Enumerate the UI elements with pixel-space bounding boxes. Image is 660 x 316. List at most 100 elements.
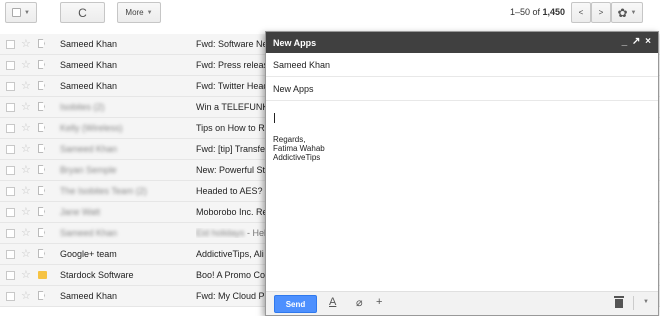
row-subject: Fwd: My Cloud Player (196, 291, 271, 301)
row-checkbox[interactable] (6, 40, 15, 49)
star-icon[interactable]: ☆ (21, 184, 31, 197)
toolbar: ▼ C More ▼ 1–50 of 1,450 < > ✿ ▼ (0, 0, 660, 30)
to-field[interactable]: Sameed Khan (266, 53, 658, 77)
row-sender: Sameed Khan (60, 291, 118, 301)
chevron-down-icon: ▼ (630, 9, 637, 16)
message-body[interactable]: Regards, Fatima Wahab AddictiveTips (266, 101, 658, 261)
star-icon[interactable]: ☆ (21, 37, 31, 50)
subject-value: New Apps (273, 83, 314, 94)
formatting-icon[interactable]: A (329, 296, 336, 308)
attach-icon[interactable]: ⌀ (356, 296, 363, 309)
star-icon[interactable]: ☆ (21, 163, 31, 176)
row-subject: Headed to AES? Com (196, 186, 271, 196)
row-subject: Eid holidays - Hello all (196, 228, 271, 238)
importance-marker-icon[interactable] (38, 186, 45, 195)
trash-icon[interactable] (614, 296, 624, 308)
row-subject: Fwd: [tip] Transfer you (196, 144, 271, 154)
row-checkbox[interactable] (6, 292, 15, 301)
more-button[interactable]: More ▼ (117, 2, 161, 23)
importance-marker-icon[interactable] (38, 102, 45, 111)
compose-header[interactable]: New Apps _ ↗ × (266, 32, 658, 53)
row-sender: Isobites (2) (60, 102, 105, 112)
more-options-icon[interactable]: ▼ (643, 299, 649, 305)
importance-marker-icon[interactable] (38, 60, 45, 69)
row-subject: Tips on How to Rebuild (196, 123, 271, 133)
row-subject: New: Powerful Storage (196, 165, 271, 175)
star-icon[interactable]: ☆ (21, 100, 31, 113)
row-sender: Sameed Khan (60, 39, 118, 49)
importance-marker-icon[interactable] (38, 144, 45, 153)
signature: Regards, Fatima Wahab AddictiveTips (273, 135, 325, 162)
row-checkbox[interactable] (6, 229, 15, 238)
settings-button[interactable]: ✿ ▼ (611, 2, 643, 23)
row-sender: Sameed Khan (60, 144, 118, 154)
importance-marker-icon[interactable] (38, 291, 45, 300)
star-icon[interactable]: ☆ (21, 289, 31, 302)
row-subject: Fwd: Press release: N (196, 60, 271, 70)
compose-title: New Apps (273, 37, 317, 48)
row-sender: Bryan Semple (60, 165, 117, 175)
row-sender: Sameed Khan (60, 60, 118, 70)
importance-marker-icon[interactable] (38, 81, 45, 90)
signature-line: Fatima Wahab (273, 144, 325, 153)
page-info: 1–50 of 1,450 (465, 7, 565, 17)
star-icon[interactable]: ☆ (21, 205, 31, 218)
row-sender: Kelly (Wireless) (60, 123, 123, 133)
signature-line: AddictiveTips (273, 153, 321, 162)
more-label: More (125, 8, 144, 17)
row-checkbox[interactable] (6, 208, 15, 217)
importance-marker-icon[interactable] (38, 228, 45, 237)
chevron-down-icon: ▼ (24, 9, 30, 16)
row-subject: Win a TELEFUNKEN C (196, 102, 271, 112)
row-checkbox[interactable] (6, 271, 15, 280)
divider (633, 296, 634, 310)
gear-icon: ✿ (617, 5, 628, 20)
row-subject: AddictiveTips, Ali Waq (196, 249, 271, 259)
importance-marker-icon[interactable] (38, 165, 45, 174)
row-checkbox[interactable] (6, 166, 15, 175)
row-checkbox[interactable] (6, 103, 15, 112)
compose-window: New Apps _ ↗ × Sameed Khan New Apps Rega… (265, 31, 659, 316)
star-icon[interactable]: ☆ (21, 79, 31, 92)
row-checkbox[interactable] (6, 124, 15, 133)
row-checkbox[interactable] (6, 187, 15, 196)
row-checkbox[interactable] (6, 145, 15, 154)
importance-marker-icon[interactable] (38, 207, 45, 216)
importance-marker-icon[interactable] (38, 39, 45, 48)
star-icon[interactable]: ☆ (21, 268, 31, 281)
star-icon[interactable]: ☆ (21, 142, 31, 155)
row-checkbox[interactable] (6, 82, 15, 91)
compose-footer: Send A ⌀ + ▼ (266, 291, 658, 315)
send-button[interactable]: Send (274, 295, 317, 313)
star-icon[interactable]: ☆ (21, 226, 31, 239)
page-range: 1–50 of (509, 7, 543, 17)
row-subject: Fwd: Software News: (196, 39, 271, 49)
importance-marker-icon[interactable] (38, 123, 45, 132)
to-recipient: Sameed Khan (273, 59, 331, 70)
older-button[interactable]: > (591, 2, 611, 23)
row-sender: Stardock Software (60, 270, 134, 280)
folder-icon[interactable] (38, 270, 47, 279)
row-sender: The Isobites Team (2) (60, 186, 147, 196)
row-subject: Fwd: Twitter Header In (196, 81, 271, 91)
subject-field[interactable]: New Apps (266, 77, 658, 101)
text-cursor (274, 113, 275, 123)
star-icon[interactable]: ☆ (21, 121, 31, 134)
row-checkbox[interactable] (6, 61, 15, 70)
newer-button[interactable]: < (571, 2, 591, 23)
select-checkbox-menu[interactable]: ▼ (5, 2, 37, 23)
row-subject-blurred: Eid holidays (196, 228, 245, 238)
window-controls[interactable]: _ ↗ × (622, 36, 652, 47)
importance-marker-icon[interactable] (38, 249, 45, 258)
page-total: 1,450 (542, 7, 565, 17)
row-sender: Sameed Khan (60, 81, 118, 91)
row-sender: Sameed Khan (60, 228, 118, 238)
row-checkbox[interactable] (6, 250, 15, 259)
star-icon[interactable]: ☆ (21, 247, 31, 260)
row-subject: Moborobo Inc. Release (196, 207, 271, 217)
insert-icon[interactable]: + (376, 296, 382, 308)
refresh-button[interactable]: C (60, 2, 105, 23)
star-icon[interactable]: ☆ (21, 58, 31, 71)
chevron-right-icon: > (598, 8, 604, 17)
signature-line: Regards, (273, 135, 306, 144)
